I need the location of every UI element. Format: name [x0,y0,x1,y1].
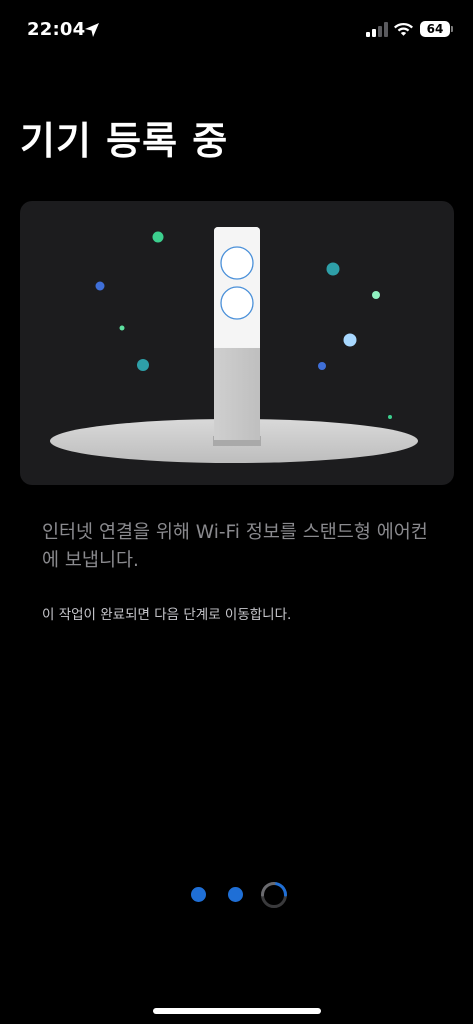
completion-note: 이 작업이 완료되면 다음 단계로 이동합니다. [42,607,292,623]
particle [372,291,380,299]
battery-icon: 64 [420,21,450,37]
particle [119,325,125,331]
step-dot-completed [191,887,206,902]
particle [318,362,326,370]
particle [388,415,392,419]
step-dot-completed [228,887,243,902]
vent-circle-top [220,246,254,280]
illustration-card [20,201,454,485]
particle [152,231,164,243]
loading-spinner-icon [261,882,287,908]
status-time: 22:04 [27,19,86,40]
battery-level: 64 [426,22,444,36]
status-bar: 22:04 64 [0,0,473,60]
page-title: 기기 등록 중 [20,119,229,163]
particle [137,359,149,371]
home-indicator[interactable] [153,1008,321,1014]
particle [95,281,105,291]
description-text: 인터넷 연결을 위해 Wi-Fi 정보를 스탠드형 에어컨에 보냅니다. [42,522,428,571]
cellular-signal-icon [366,22,388,37]
particle [343,333,357,347]
screen: 22:04 64 기기 등록 중 인터넷 연결을 위해 Wi-Fi 정보를 스탠… [0,0,473,1024]
step-indicator [190,880,290,910]
unit-body-bottom [214,348,260,440]
wifi-icon [394,23,413,36]
battery-cap [451,26,453,32]
vent-circle-bottom [220,286,254,320]
standing-air-conditioner-illustration [50,227,418,463]
location-arrow-icon [85,23,99,37]
particle [326,262,340,276]
